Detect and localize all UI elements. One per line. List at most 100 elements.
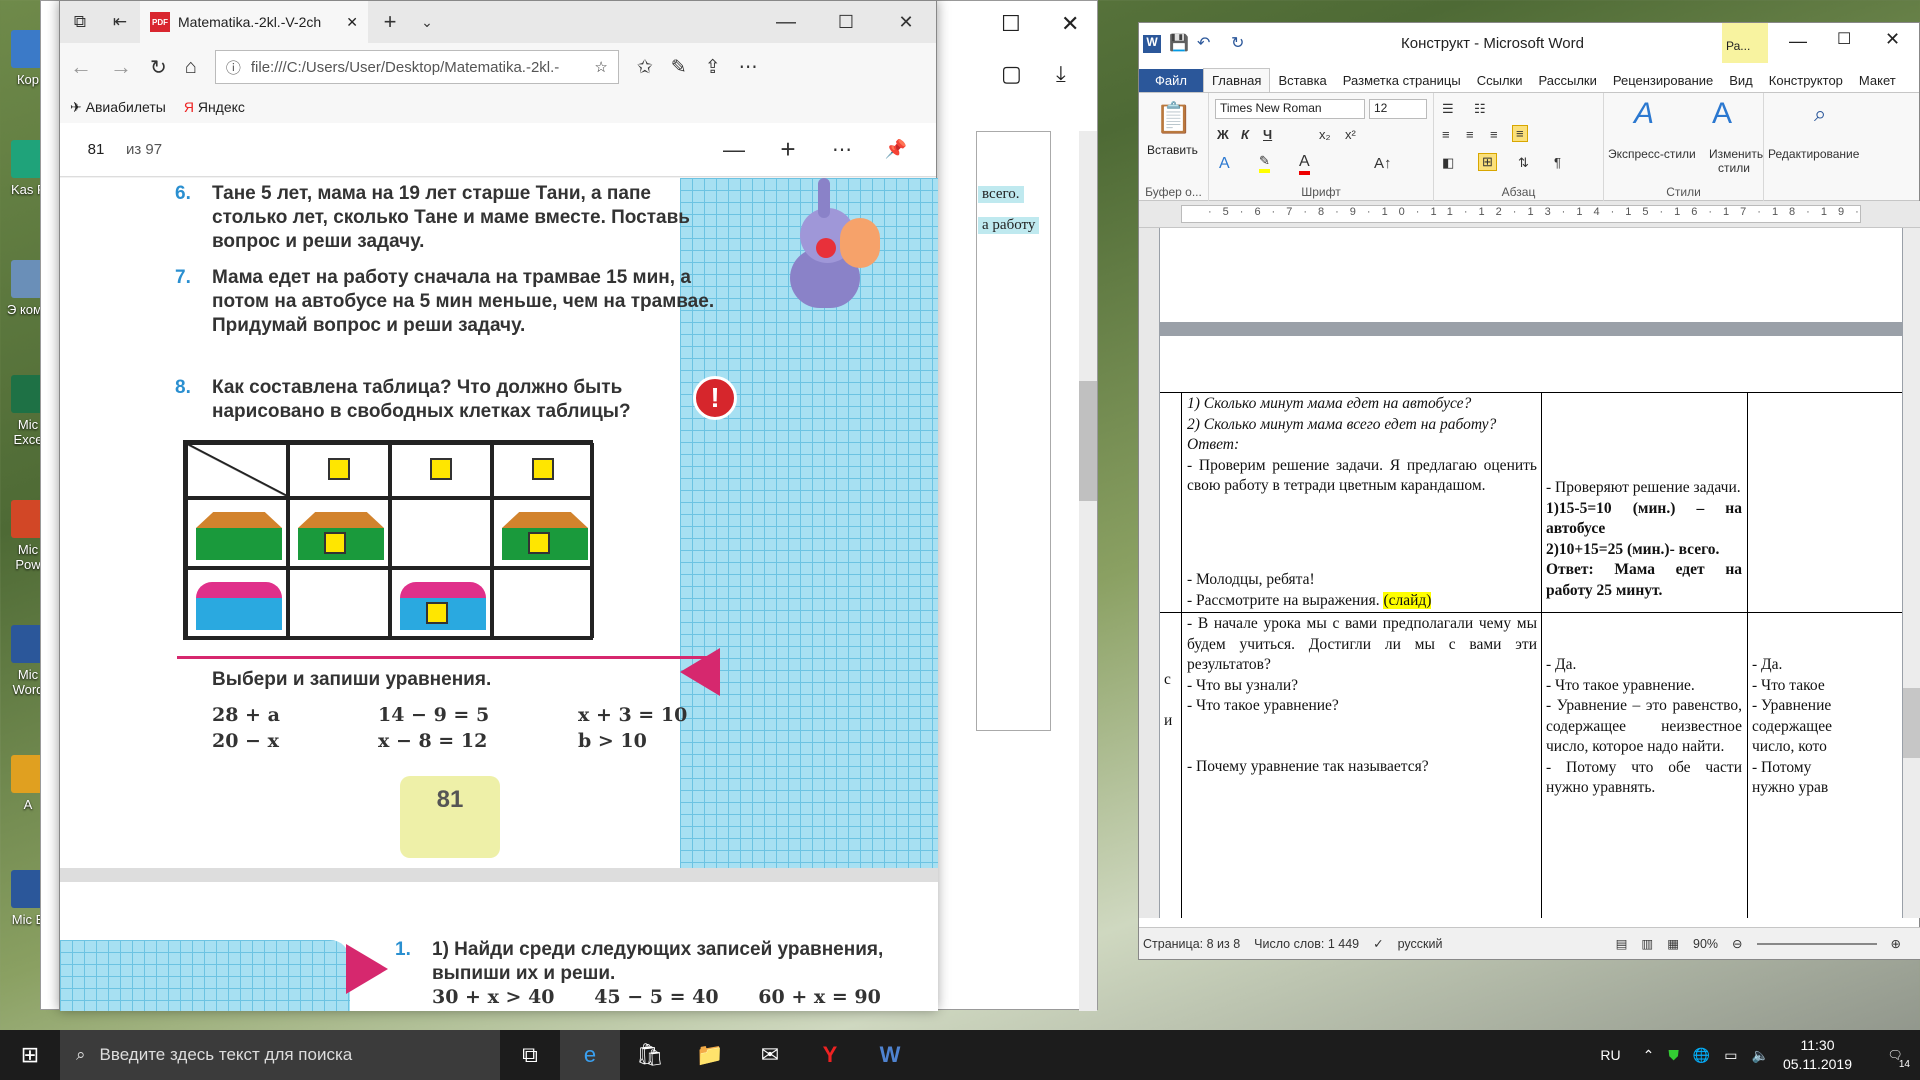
proofing-icon[interactable]: ✓ [1373,936,1383,951]
browser-tab[interactable]: PDF Matematika.-2kl.-V-2ch ✕ [140,1,368,43]
close-icon[interactable]: ✕ [876,12,936,33]
tab-layout[interactable]: Разметка страницы [1335,69,1469,92]
table-cell-pupils[interactable]: - Да. - Что такое уравнение. - Уравнение… [1546,655,1742,799]
tab-references[interactable]: Ссылки [1469,69,1531,92]
grow-font-icon[interactable]: A↑ [1374,155,1392,172]
page-count[interactable]: Страница: 8 из 8 [1143,937,1240,951]
borders-icon[interactable]: ⊞ [1478,153,1497,171]
subscript-button[interactable]: x₂ [1319,127,1331,142]
zoom-out-icon[interactable]: — [714,137,754,163]
bullets-icon[interactable]: ☰ [1442,101,1454,117]
edge-taskbar-icon[interactable]: e [560,1030,620,1080]
close-tab-icon[interactable]: ✕ [346,14,358,31]
language-indicator[interactable]: RU [1600,1047,1620,1063]
pin-icon[interactable]: 📌 [876,139,916,160]
pilcrow-icon[interactable]: ¶ [1554,155,1561,170]
back-icon[interactable]: ← [70,54,92,80]
mail-icon[interactable]: ✉ [740,1030,800,1080]
more-icon[interactable]: ⋯ [822,137,862,162]
close-icon[interactable]: ✕ [1885,29,1900,50]
minimize-icon[interactable]: — [1789,31,1807,52]
table-cell-teacher[interactable]: - В начале урока мы с вами предполагали … [1187,614,1537,777]
maximize-icon[interactable]: ☐ [1837,29,1851,49]
edge-browser-window[interactable]: ⧉ ⇤ PDF Matematika.-2kl.-V-2ch ✕ + ⌄ — ☐… [59,0,938,1011]
volume-icon[interactable]: 🔈 [1752,1047,1769,1064]
battery-icon[interactable]: ▭ [1724,1047,1737,1064]
bold-button[interactable]: Ж [1217,127,1229,142]
table-cell-col3[interactable]: - Да. - Что такое - Уравнение содержащее… [1752,655,1898,799]
network-icon[interactable]: 🌐 [1693,1047,1710,1064]
align-center-icon[interactable]: ≡ [1466,127,1474,142]
shield-icon[interactable]: ⛊ [1668,1047,1679,1064]
start-button[interactable]: ⊞ [0,1030,60,1080]
web-layout-icon[interactable]: ▦ [1667,936,1679,951]
clock[interactable]: 11:30 05.11.2019 [1783,1036,1852,1074]
tab-home[interactable]: Главная [1202,68,1271,92]
zoom-slider[interactable] [1756,942,1877,945]
paste-button[interactable]: Вставить [1147,143,1198,157]
quick-styles-icon[interactable]: A [1634,97,1654,131]
word-count[interactable]: Число слов: 1 449 [1254,937,1359,951]
favorite-yandex[interactable]: Я Яндекс [184,99,245,115]
page-number-input[interactable]: 81 [80,136,112,164]
reading-layout-icon[interactable]: ▥ [1641,936,1653,951]
close-icon[interactable]: ✕ [1061,11,1079,37]
more-icon[interactable]: ⋯ [739,56,758,79]
chevron-up-icon[interactable]: ⌃ [1643,1047,1655,1064]
tab-view[interactable]: Вид [1721,69,1761,92]
tab-design[interactable]: Конструктор [1761,69,1851,92]
tab-review[interactable]: Рецензирование [1605,69,1721,92]
undo-icon[interactable]: ↶ [1197,33,1210,53]
tab-preview-icon[interactable]: ⧉ [60,12,100,32]
italic-button[interactable]: К [1241,127,1249,142]
favorite-aviatickets[interactable]: ✈ Авиабилеты [70,99,166,116]
forward-icon[interactable]: → [110,54,132,80]
word-window[interactable]: W 💾 ↶ ↻ Конструкт - Microsoft Word Ра...… [1138,22,1920,960]
zoom-in-icon[interactable]: + [768,134,808,165]
underline-button[interactable]: Ч [1263,127,1272,142]
task-view-icon[interactable]: ⧉ [500,1030,560,1080]
change-styles-button[interactable]: Изменить стили [1709,147,1763,175]
sort-icon[interactable]: ⇅ [1518,155,1529,171]
favorites-icon[interactable]: ✩ [637,56,653,79]
quick-styles-button[interactable]: Экспресс-стили [1608,147,1696,161]
minimize-icon[interactable]: — [756,11,816,34]
align-left-icon[interactable]: ≡ [1442,127,1450,142]
zoom-in-icon[interactable]: ⊕ [1891,936,1901,951]
numbering-icon[interactable]: ☷ [1474,101,1486,117]
refresh-icon[interactable]: ↻ [150,55,167,80]
tab-insert[interactable]: Вставка [1270,69,1334,92]
redo-icon[interactable]: ↻ [1231,33,1244,53]
binoculars-icon[interactable]: ⌕ [1814,101,1826,127]
maximize-icon[interactable]: ☐ [1001,11,1021,37]
paste-icon[interactable]: 📋 [1155,101,1192,136]
store-icon[interactable]: 🛍 [620,1030,680,1080]
tab-mailings[interactable]: Рассылки [1531,69,1605,92]
justify-icon[interactable]: ≡ [1512,125,1528,142]
language[interactable]: русский [1398,937,1443,951]
font-name-select[interactable]: Times New Roman [1215,99,1365,119]
pen-icon[interactable]: ✎ [671,56,687,79]
document-area[interactable]: 1) Сколько минут мама едет на автобусе? … [1139,228,1920,918]
superscript-button[interactable]: x² [1345,127,1356,142]
highlight-icon[interactable]: ✎ [1259,153,1270,173]
vertical-scrollbar[interactable] [1903,228,1920,918]
pdf-viewer[interactable]: 6. Тане 5 лет, мама на 19 лет старше Тани… [60,178,938,1011]
notifications-icon[interactable]: 🗨 14 [1870,1030,1920,1080]
font-color-icon[interactable]: A [1299,153,1310,175]
change-styles-icon[interactable]: A [1712,97,1732,131]
word-taskbar-icon[interactable]: W [860,1030,920,1080]
info-icon[interactable]: ⓘ [226,57,241,78]
reading-list-icon[interactable]: ▢ [1001,61,1022,87]
zoom-out-icon[interactable]: ⊖ [1732,936,1742,951]
new-tab-icon[interactable]: + [368,9,412,35]
address-bar[interactable]: ⓘ file:///C:/Users/User/Desktop/Matemati… [214,50,619,84]
share-icon[interactable]: ⇪ [705,56,721,79]
table-cell-teacher[interactable]: - Молодцы, ребята! - Рассмотрите на выра… [1187,570,1537,611]
favorite-star-icon[interactable]: ☆ [594,58,607,76]
maximize-icon[interactable]: ☐ [816,12,876,33]
download-icon[interactable]: ⤓ [1056,61,1066,87]
folder-icon[interactable]: 📁 [680,1030,740,1080]
search-box[interactable]: ⌕ Введите здесь текст для поиска [60,1030,500,1080]
set-aside-icon[interactable]: ⇤ [100,12,140,32]
